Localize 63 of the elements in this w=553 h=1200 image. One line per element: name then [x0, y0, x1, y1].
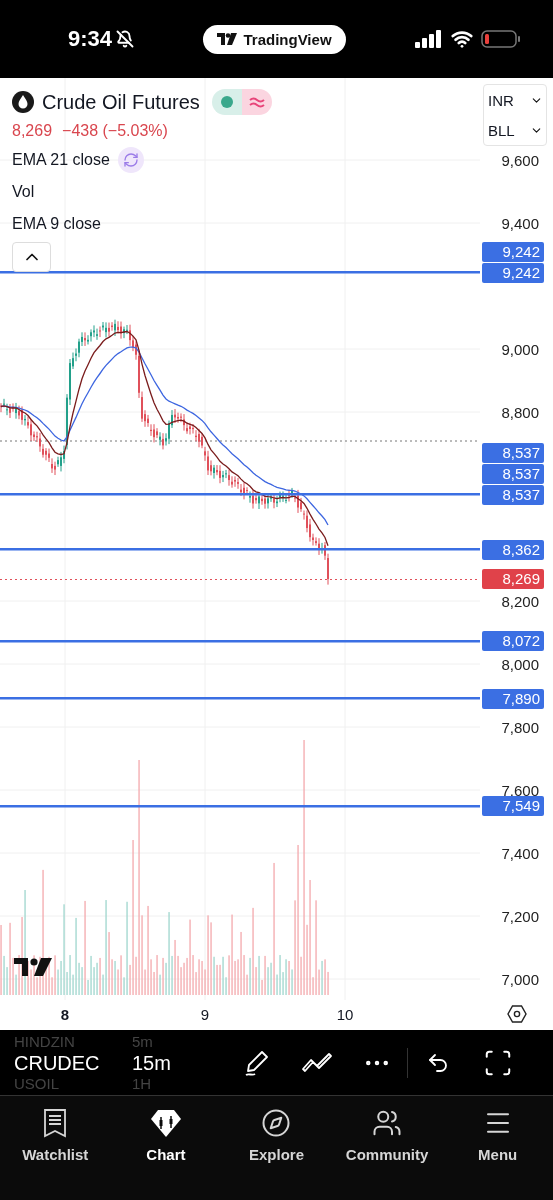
watchlist-icon: [42, 1108, 69, 1138]
price-change: −438 (−5.03%): [62, 122, 168, 140]
indicator-label[interactable]: EMA 21 close: [12, 151, 110, 169]
horizontal-line[interactable]: [0, 493, 480, 497]
price-tag: 8,537: [482, 442, 544, 463]
nav-tab[interactable]: Watchlist: [0, 1100, 111, 1164]
axis-tick-label: 7,800: [501, 718, 539, 736]
logo-icon: [217, 33, 238, 45]
wifi-icon: [451, 28, 473, 50]
nav-tab[interactable]: Community: [331, 1100, 443, 1164]
price-tag: 8,072: [482, 631, 544, 652]
horizontal-line[interactable]: [0, 548, 480, 552]
horizontal-line[interactable]: [0, 271, 480, 275]
app-pill[interactable]: TradingView: [203, 24, 346, 54]
axis-tick-label: 8,000: [501, 655, 539, 673]
axis-tick-label: 7,600: [501, 781, 539, 799]
price-tag: 7,549: [482, 796, 544, 817]
collapse-button[interactable]: [12, 242, 51, 272]
date-label: 10: [336, 1006, 354, 1023]
axis-tick-label: 9,400: [501, 214, 539, 232]
nav-tab[interactable]: Chart: [110, 1100, 222, 1164]
wave-icon: [248, 96, 265, 108]
price-tag: 7,890: [482, 688, 544, 709]
interval-option[interactable]: 15m: [132, 1050, 227, 1075]
indicator-label[interactable]: Vol: [12, 183, 35, 201]
axis-tick-label: 9,000: [501, 340, 539, 358]
symbol-title[interactable]: Crude Oil Futures: [42, 90, 200, 114]
market-status-toggle[interactable]: [211, 89, 272, 115]
logo-icon: [14, 958, 52, 976]
bell-off-icon: [116, 30, 135, 48]
axis-tick-label: 8,800: [501, 403, 539, 421]
nav-tab[interactable]: Menu: [442, 1100, 553, 1164]
price-tag: 9,242: [482, 262, 544, 283]
price-tag: 8,537: [482, 484, 544, 505]
signal-icon: [415, 30, 443, 48]
price-tag: 8,537: [482, 463, 544, 484]
sync-badge[interactable]: [117, 147, 144, 173]
unit-dropdown[interactable]: BLL: [484, 115, 546, 145]
last-price: 8,269: [12, 122, 53, 140]
axis-tick-label: 7,200: [501, 907, 539, 925]
oil-drop-icon: [12, 91, 34, 113]
axis-tick-label: 7,400: [501, 844, 539, 862]
horizontal-line[interactable]: [0, 639, 480, 643]
clock-time: 9:34: [68, 26, 113, 52]
axis-tick-label: 8,200: [501, 592, 539, 610]
nav-tab[interactable]: Explore: [221, 1100, 332, 1164]
price-tag: 8,362: [482, 539, 544, 560]
price-tag: 8,269: [482, 569, 544, 590]
battery-icon: [481, 29, 521, 49]
indicator-label[interactable]: EMA 9 close: [12, 215, 101, 233]
price-tag: 9,242: [482, 241, 544, 262]
people-icon: [372, 1108, 403, 1138]
chart-icon: [149, 1108, 182, 1138]
settings-icon[interactable]: [507, 1004, 527, 1024]
axis-tick-label: 7,000: [501, 970, 539, 988]
unit-dropdown[interactable]: INR: [484, 85, 546, 115]
symbol-option[interactable]: CRUDEC: [14, 1050, 132, 1075]
compass-icon: [261, 1108, 292, 1138]
horizontal-line[interactable]: [0, 804, 480, 808]
date-label: 8: [60, 1006, 70, 1023]
horizontal-line[interactable]: [0, 697, 480, 701]
date-label: 9: [200, 1006, 210, 1023]
axis-tick-label: 9,600: [501, 151, 539, 169]
